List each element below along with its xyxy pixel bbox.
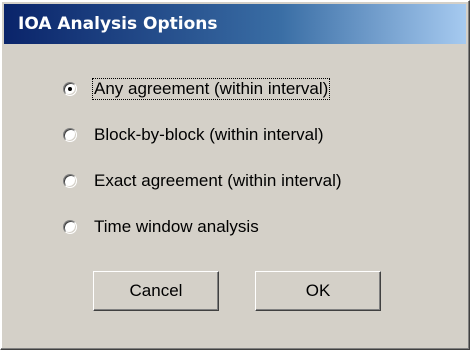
radio-exact-agreement[interactable] [63,174,77,188]
ok-button[interactable]: OK [255,271,381,311]
radio-block-by-block[interactable] [63,128,77,142]
radio-any-agreement[interactable] [63,82,77,96]
option-time-window-label[interactable]: Time window analysis [93,217,260,237]
cancel-button[interactable]: Cancel [93,271,219,311]
radio-time-window[interactable] [63,220,77,234]
ioa-analysis-options-dialog: IOA Analysis Options Any agreement (with… [0,0,470,350]
option-block-by-block-label[interactable]: Block-by-block (within interval) [93,125,325,145]
radio-selected-dot-icon [68,87,72,91]
option-exact-agreement-label[interactable]: Exact agreement (within interval) [93,171,343,191]
window-title: IOA Analysis Options [18,14,218,34]
title-bar[interactable]: IOA Analysis Options [4,4,466,44]
option-any-agreement-label[interactable]: Any agreement (within interval) [91,78,331,100]
